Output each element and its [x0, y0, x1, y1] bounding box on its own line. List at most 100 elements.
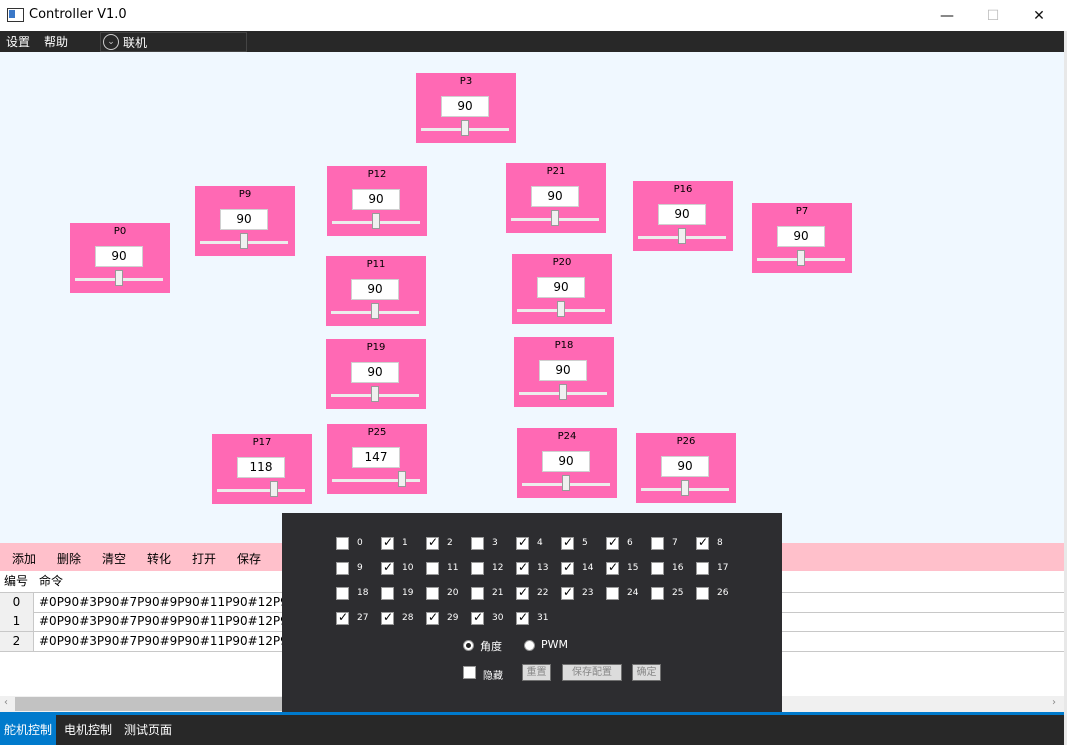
servo-value-input[interactable]: 90: [352, 189, 400, 210]
channel-checkbox-20[interactable]: [426, 587, 439, 600]
servo-slider-thumb[interactable]: [371, 386, 379, 402]
channel-checkbox-19[interactable]: [381, 587, 394, 600]
pwm-radio[interactable]: [524, 640, 535, 651]
servo-slider-track: [217, 489, 305, 492]
minimize-button[interactable]: —: [924, 0, 970, 31]
angle-radio[interactable]: [463, 640, 474, 651]
servo-slider-thumb[interactable]: [559, 384, 567, 400]
servo-value-input[interactable]: 90: [351, 362, 399, 383]
connect-toggle[interactable]: ⌄ 联机: [100, 32, 247, 52]
maximize-button[interactable]: ☐: [970, 0, 1016, 31]
servo-slider-thumb[interactable]: [461, 120, 469, 136]
servo-value-input[interactable]: 90: [542, 451, 590, 472]
servo-value-input[interactable]: 90: [531, 186, 579, 207]
servo-value-input[interactable]: 90: [537, 277, 585, 298]
servo-value-input[interactable]: 90: [539, 360, 587, 381]
channel-label: 29: [447, 613, 459, 623]
servo-slider-thumb[interactable]: [562, 475, 570, 491]
channel-checkbox-16[interactable]: [651, 562, 664, 575]
servo-card-p21: P21 90: [506, 163, 606, 233]
reset-button[interactable]: 重置: [522, 664, 551, 681]
menu-settings[interactable]: 设置: [6, 33, 30, 50]
servo-slider-thumb[interactable]: [371, 303, 379, 319]
menu-help[interactable]: 帮助: [44, 33, 68, 50]
channel-label: 0: [357, 538, 363, 548]
channel-checkbox-27[interactable]: [336, 610, 349, 625]
channel-checkbox-28[interactable]: [381, 610, 394, 625]
servo-slider-thumb[interactable]: [240, 233, 248, 249]
channel-checkbox-10[interactable]: [381, 560, 394, 575]
channel-label: 28: [402, 613, 414, 623]
channel-checkbox-17[interactable]: [696, 562, 709, 575]
tab-motor-control[interactable]: 电机控制: [60, 715, 116, 745]
channel-checkbox-31[interactable]: [516, 610, 529, 625]
channel-checkbox-3[interactable]: [471, 537, 484, 550]
scroll-right-icon[interactable]: ›: [1052, 697, 1056, 708]
chevron-down-icon: ⌄: [103, 34, 119, 50]
servo-slider-thumb[interactable]: [397, 471, 406, 487]
channel-checkbox-23[interactable]: [561, 585, 574, 600]
channel-checkbox-6[interactable]: [606, 535, 619, 550]
channel-checkbox-30[interactable]: [471, 610, 484, 625]
channel-checkbox-18[interactable]: [336, 587, 349, 600]
channel-checkbox-2[interactable]: [426, 535, 439, 550]
channel-checkbox-21[interactable]: [471, 587, 484, 600]
clear-button[interactable]: 清空: [102, 550, 126, 567]
servo-label: P17: [252, 437, 272, 448]
channel-checkbox-1[interactable]: [381, 535, 394, 550]
channel-checkbox-8[interactable]: [696, 535, 709, 550]
channel-checkbox-7[interactable]: [651, 537, 664, 550]
channel-checkbox-24[interactable]: [606, 587, 619, 600]
channel-checkbox-9[interactable]: [336, 562, 349, 575]
servo-value-input[interactable]: 90: [441, 96, 489, 117]
servo-slider-thumb[interactable]: [557, 301, 565, 317]
servo-value-input[interactable]: 90: [95, 246, 143, 267]
servo-slider-thumb[interactable]: [551, 210, 559, 226]
channel-checkbox-12[interactable]: [471, 562, 484, 575]
open-button[interactable]: 打开: [192, 550, 216, 567]
servo-value-input[interactable]: 90: [351, 279, 399, 300]
channel-checkbox-25[interactable]: [651, 587, 664, 600]
servo-label: P25: [367, 427, 387, 438]
scroll-left-icon[interactable]: ‹: [4, 697, 8, 708]
servo-slider-thumb[interactable]: [797, 250, 805, 266]
confirm-button[interactable]: 确定: [632, 664, 661, 681]
servo-slider-thumb[interactable]: [678, 228, 686, 244]
channel-checkbox-26[interactable]: [696, 587, 709, 600]
close-button[interactable]: ✕: [1016, 0, 1062, 31]
tab-servo-control[interactable]: 舵机控制: [0, 715, 57, 745]
save-config-button[interactable]: 保存配置: [562, 664, 622, 681]
row-command: #0P90#3P90#7P90#9P90#11P90#12P90#1: [39, 634, 314, 648]
scrollbar-thumb[interactable]: [15, 697, 282, 711]
tab-test-page[interactable]: 测试页面: [120, 715, 176, 745]
servo-value-input[interactable]: 147: [352, 447, 400, 468]
servo-label: P0: [113, 226, 127, 237]
delete-button[interactable]: 删除: [57, 550, 81, 567]
channel-checkbox-11[interactable]: [426, 562, 439, 575]
servo-value-input[interactable]: 118: [237, 457, 285, 478]
channel-checkbox-0[interactable]: [336, 537, 349, 550]
channel-dialog: 0123456789101112131415161718192021222324…: [282, 513, 782, 712]
servo-slider-thumb[interactable]: [115, 270, 123, 286]
servo-label: P20: [552, 257, 572, 268]
servo-slider-thumb[interactable]: [681, 480, 689, 496]
channel-checkbox-22[interactable]: [516, 585, 529, 600]
servo-value-input[interactable]: 90: [220, 209, 268, 230]
channel-checkbox-13[interactable]: [516, 560, 529, 575]
servo-slider-thumb[interactable]: [269, 481, 278, 497]
servo-value-input[interactable]: 90: [661, 456, 709, 477]
channel-checkbox-14[interactable]: [561, 560, 574, 575]
channel-checkbox-15[interactable]: [606, 560, 619, 575]
channel-checkbox-4[interactable]: [516, 535, 529, 550]
servo-canvas: P3 90 P12 90 P21 90 P9 90 P16 90 P7 90 P…: [0, 52, 1064, 543]
tab-bar: 舵机控制 电机控制 测试页面: [0, 712, 1064, 745]
channel-checkbox-29[interactable]: [426, 610, 439, 625]
add-button[interactable]: 添加: [12, 550, 36, 567]
hide-checkbox[interactable]: [463, 666, 476, 679]
servo-value-input[interactable]: 90: [777, 226, 825, 247]
servo-slider-thumb[interactable]: [372, 213, 380, 229]
channel-checkbox-5[interactable]: [561, 535, 574, 550]
servo-value-input[interactable]: 90: [658, 204, 706, 225]
save-button[interactable]: 保存: [237, 550, 261, 567]
convert-button[interactable]: 转化: [147, 550, 171, 567]
